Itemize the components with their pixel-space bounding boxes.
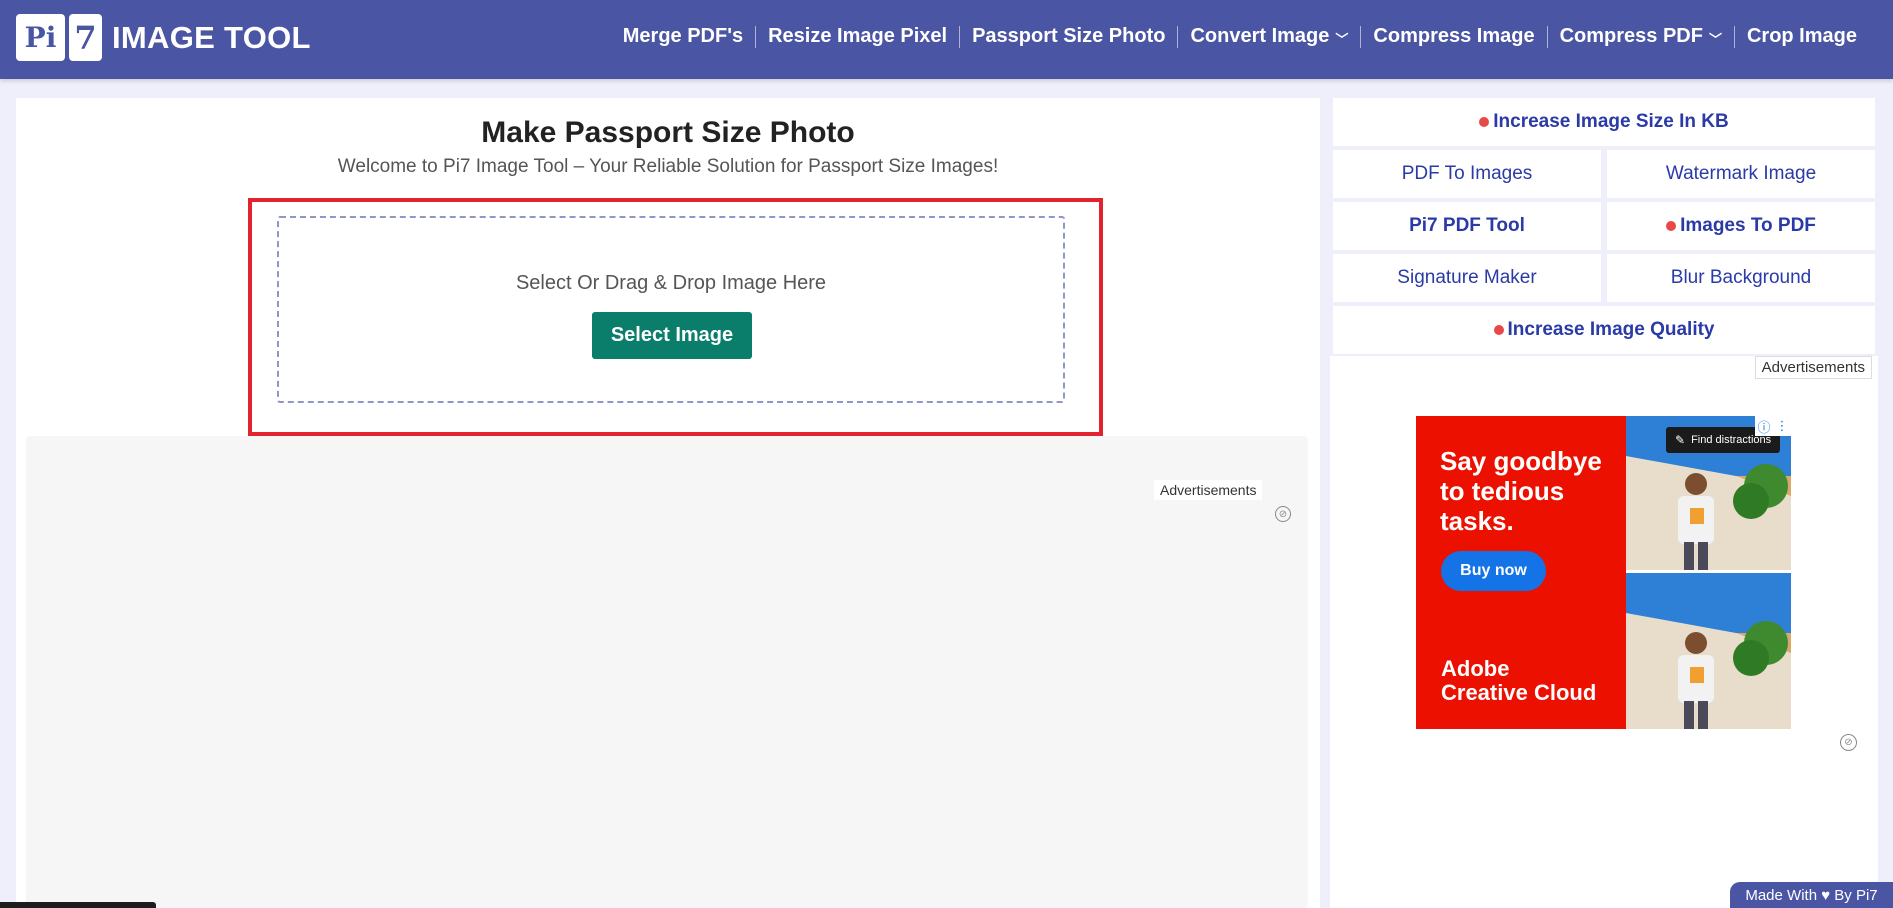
chevron-down-icon: ﹀	[1335, 32, 1349, 47]
nav-label: Compress Image	[1373, 25, 1535, 47]
top-navbar: Pi 7 IMAGE TOOL Merge PDF's Resize Image…	[0, 0, 1893, 79]
page-subtitle: Welcome to Pi7 Image Tool – Your Reliabl…	[337, 156, 999, 177]
adobe-ad-banner[interactable]: Say goodbye to tedious tasks. Buy now Ad…	[1416, 416, 1791, 729]
page-title: Make Passport Size Photo	[481, 116, 855, 149]
nav-compress-pdf[interactable]: Compress PDF ﹀	[1548, 25, 1734, 48]
nav-merge-pdfs[interactable]: Merge PDF's	[611, 25, 755, 48]
nav-label: Crop Image	[1746, 25, 1857, 47]
nav-passport-size-photo[interactable]: Passport Size Photo	[960, 25, 1177, 48]
ad-info-controls[interactable]: ⓘ ⋮	[1755, 416, 1791, 436]
nav-label: Merge PDF's	[622, 25, 744, 47]
new-dot-icon	[1479, 117, 1490, 127]
brand-line-1: Adobe	[1441, 656, 1510, 681]
sidebar-link-label: Blur Background	[1670, 267, 1812, 288]
sidebar-link-label: Signature Maker	[1397, 267, 1537, 288]
logo-pi-box: Pi	[16, 14, 65, 61]
logo-7-box: 7	[69, 14, 102, 61]
ad-red-panel: Say goodbye to tedious tasks. Buy now Ad…	[1416, 416, 1626, 729]
site-logo[interactable]: Pi 7 IMAGE TOOL	[16, 14, 311, 61]
sidebar-link-increase-image-quality[interactable]: Increase Image Quality	[1333, 306, 1875, 354]
select-image-button[interactable]: Select Image	[592, 312, 752, 359]
ad-label: Advertisements	[1754, 356, 1872, 379]
nav-label: Passport Size Photo	[972, 25, 1166, 47]
ad-photo-panel: ✎ Find distractions ⓘ ⋮	[1626, 416, 1791, 729]
sidebar-link-label: Images To PDF	[1680, 215, 1816, 236]
nav-label: Compress PDF	[1559, 25, 1703, 47]
new-dot-icon	[1666, 221, 1677, 231]
chevron-down-icon: ﹀	[1708, 32, 1722, 47]
ad-choices-icon[interactable]: ⊘	[1840, 734, 1857, 751]
ad-photo-bottom	[1626, 573, 1791, 729]
sidebar-link-signature-maker[interactable]: Signature Maker	[1333, 254, 1601, 302]
nav-crop-image[interactable]: Crop Image	[1735, 25, 1869, 48]
sidebar-link-label: Increase Image Quality	[1507, 319, 1715, 340]
nav-label: Resize Image Pixel	[768, 25, 948, 47]
ad-label: Advertisements	[1154, 480, 1263, 500]
sidebar-link-blur-background[interactable]: Blur Background	[1607, 254, 1875, 302]
sidebar-link-pdf-to-images[interactable]: PDF To Images	[1333, 150, 1601, 198]
main-nav: Merge PDF's Resize Image Pixel Passport …	[611, 25, 1869, 48]
nav-resize-image-pixel[interactable]: Resize Image Pixel	[756, 25, 959, 48]
brand-line-2: Creative Cloud	[1441, 680, 1597, 705]
main-ad-area: Advertisements ⊘	[26, 436, 1308, 908]
new-dot-icon	[1493, 325, 1504, 335]
browser-status-bar	[0, 902, 156, 908]
more-vertical-icon[interactable]: ⋮	[1775, 418, 1788, 434]
sidebar-ad-container: Advertisements Say goodbye to tedious ta…	[1330, 356, 1878, 908]
sidebar-link-label: Watermark Image	[1665, 163, 1817, 184]
info-icon[interactable]: ⓘ	[1757, 417, 1770, 436]
sidebar-link-increase-image-size-kb[interactable]: Increase Image Size In KB	[1333, 98, 1875, 146]
buy-now-button[interactable]: Buy now	[1441, 551, 1546, 591]
logo-text: IMAGE TOOL	[112, 19, 311, 55]
sidebar-link-images-to-pdf[interactable]: Images To PDF	[1607, 202, 1875, 250]
sidebar-link-label: Increase Image Size In KB	[1493, 111, 1729, 132]
image-drop-zone[interactable]: Select Or Drag & Drop Image Here Select …	[277, 216, 1065, 403]
main-card: Make Passport Size Photo Welcome to Pi7 …	[16, 98, 1320, 908]
sidebar-link-watermark-image[interactable]: Watermark Image	[1607, 150, 1875, 198]
nav-convert-image[interactable]: Convert Image ﹀	[1178, 25, 1360, 48]
sidebar-link-label: PDF To Images	[1401, 163, 1533, 184]
magic-wand-icon: ✎	[1675, 433, 1686, 447]
ad-choices-icon[interactable]: ⊘	[1275, 506, 1291, 522]
sidebar-link-pi7-pdf-tool[interactable]: Pi7 PDF Tool	[1333, 202, 1601, 250]
made-with-badge[interactable]: Made With ♥ By Pi7	[1730, 882, 1893, 908]
ad-headline: Say goodbye to tedious tasks.	[1440, 446, 1602, 536]
drop-zone-text: Select Or Drag & Drop Image Here	[515, 272, 827, 294]
nav-compress-image[interactable]: Compress Image	[1361, 25, 1546, 48]
sidebar-link-label: Pi7 PDF Tool	[1409, 215, 1525, 236]
upload-highlight-frame: Select Or Drag & Drop Image Here Select …	[248, 198, 1103, 436]
adobe-brand: Adobe Creative Cloud	[1441, 657, 1596, 705]
nav-label: Convert Image	[1190, 25, 1330, 47]
